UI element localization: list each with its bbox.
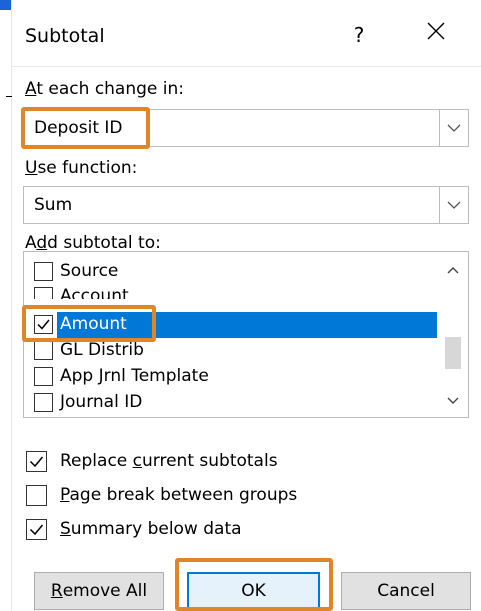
checkbox[interactable] [34,262,53,281]
chevron-up-icon[interactable] [438,257,468,283]
checkbox[interactable] [34,367,53,386]
page-break-label: Page break between groups [60,485,298,505]
background-window-edge [0,0,12,611]
title-bar: Subtotal ? [12,0,481,67]
list-item[interactable]: App Jrnl Template [24,364,437,390]
close-button[interactable] [414,18,458,52]
list-item-label: Account [60,286,129,299]
amount-highlight [22,305,156,342]
list-item-label: Journal ID [60,392,143,412]
checkbox-checked[interactable] [26,519,47,540]
use-function-label: Use function: [25,158,138,178]
background-accent [0,0,11,10]
list-item-label: Source [60,261,119,281]
list-item-label: App Jrnl Template [60,366,209,386]
chevron-down-icon[interactable] [439,187,468,223]
summary-below-data-label: Summary below data [60,519,242,539]
listbox-scrollbar[interactable] [438,252,468,417]
checkbox[interactable] [34,341,53,360]
subtotal-dialog: Subtotal ? At each change in: Deposit ID… [12,0,481,611]
use-function-value: Sum [34,195,73,215]
help-button[interactable]: ? [337,20,381,50]
checkbox[interactable] [26,485,47,506]
use-function-combo[interactable]: Sum [23,186,469,224]
chevron-down-icon[interactable] [439,110,468,146]
list-item[interactable]: Source [24,259,437,285]
list-item[interactable]: Journal ID [24,390,437,416]
at-each-change-label: At each change in: [25,79,185,99]
checkbox[interactable] [34,393,53,412]
chevron-down-icon[interactable] [438,388,468,414]
deposit-id-highlight [21,107,150,149]
scrollbar-thumb[interactable] [445,337,461,369]
list-item[interactable]: Account [24,284,437,299]
dialog-title: Subtotal [25,25,105,47]
cancel-button[interactable]: Cancel [341,572,471,610]
add-subtotal-label: Add subtotal to: [25,233,161,253]
ok-highlight [175,558,333,611]
check-icon [29,524,44,536]
check-icon [29,456,44,468]
checkbox[interactable] [34,287,53,299]
close-icon [427,22,445,40]
replace-current-subtotals-label: Replace current subtotals [60,451,278,471]
checkbox-checked[interactable] [26,451,47,472]
remove-all-button[interactable]: Remove All [34,572,164,610]
list-item-label: GL Distrib [60,340,144,360]
